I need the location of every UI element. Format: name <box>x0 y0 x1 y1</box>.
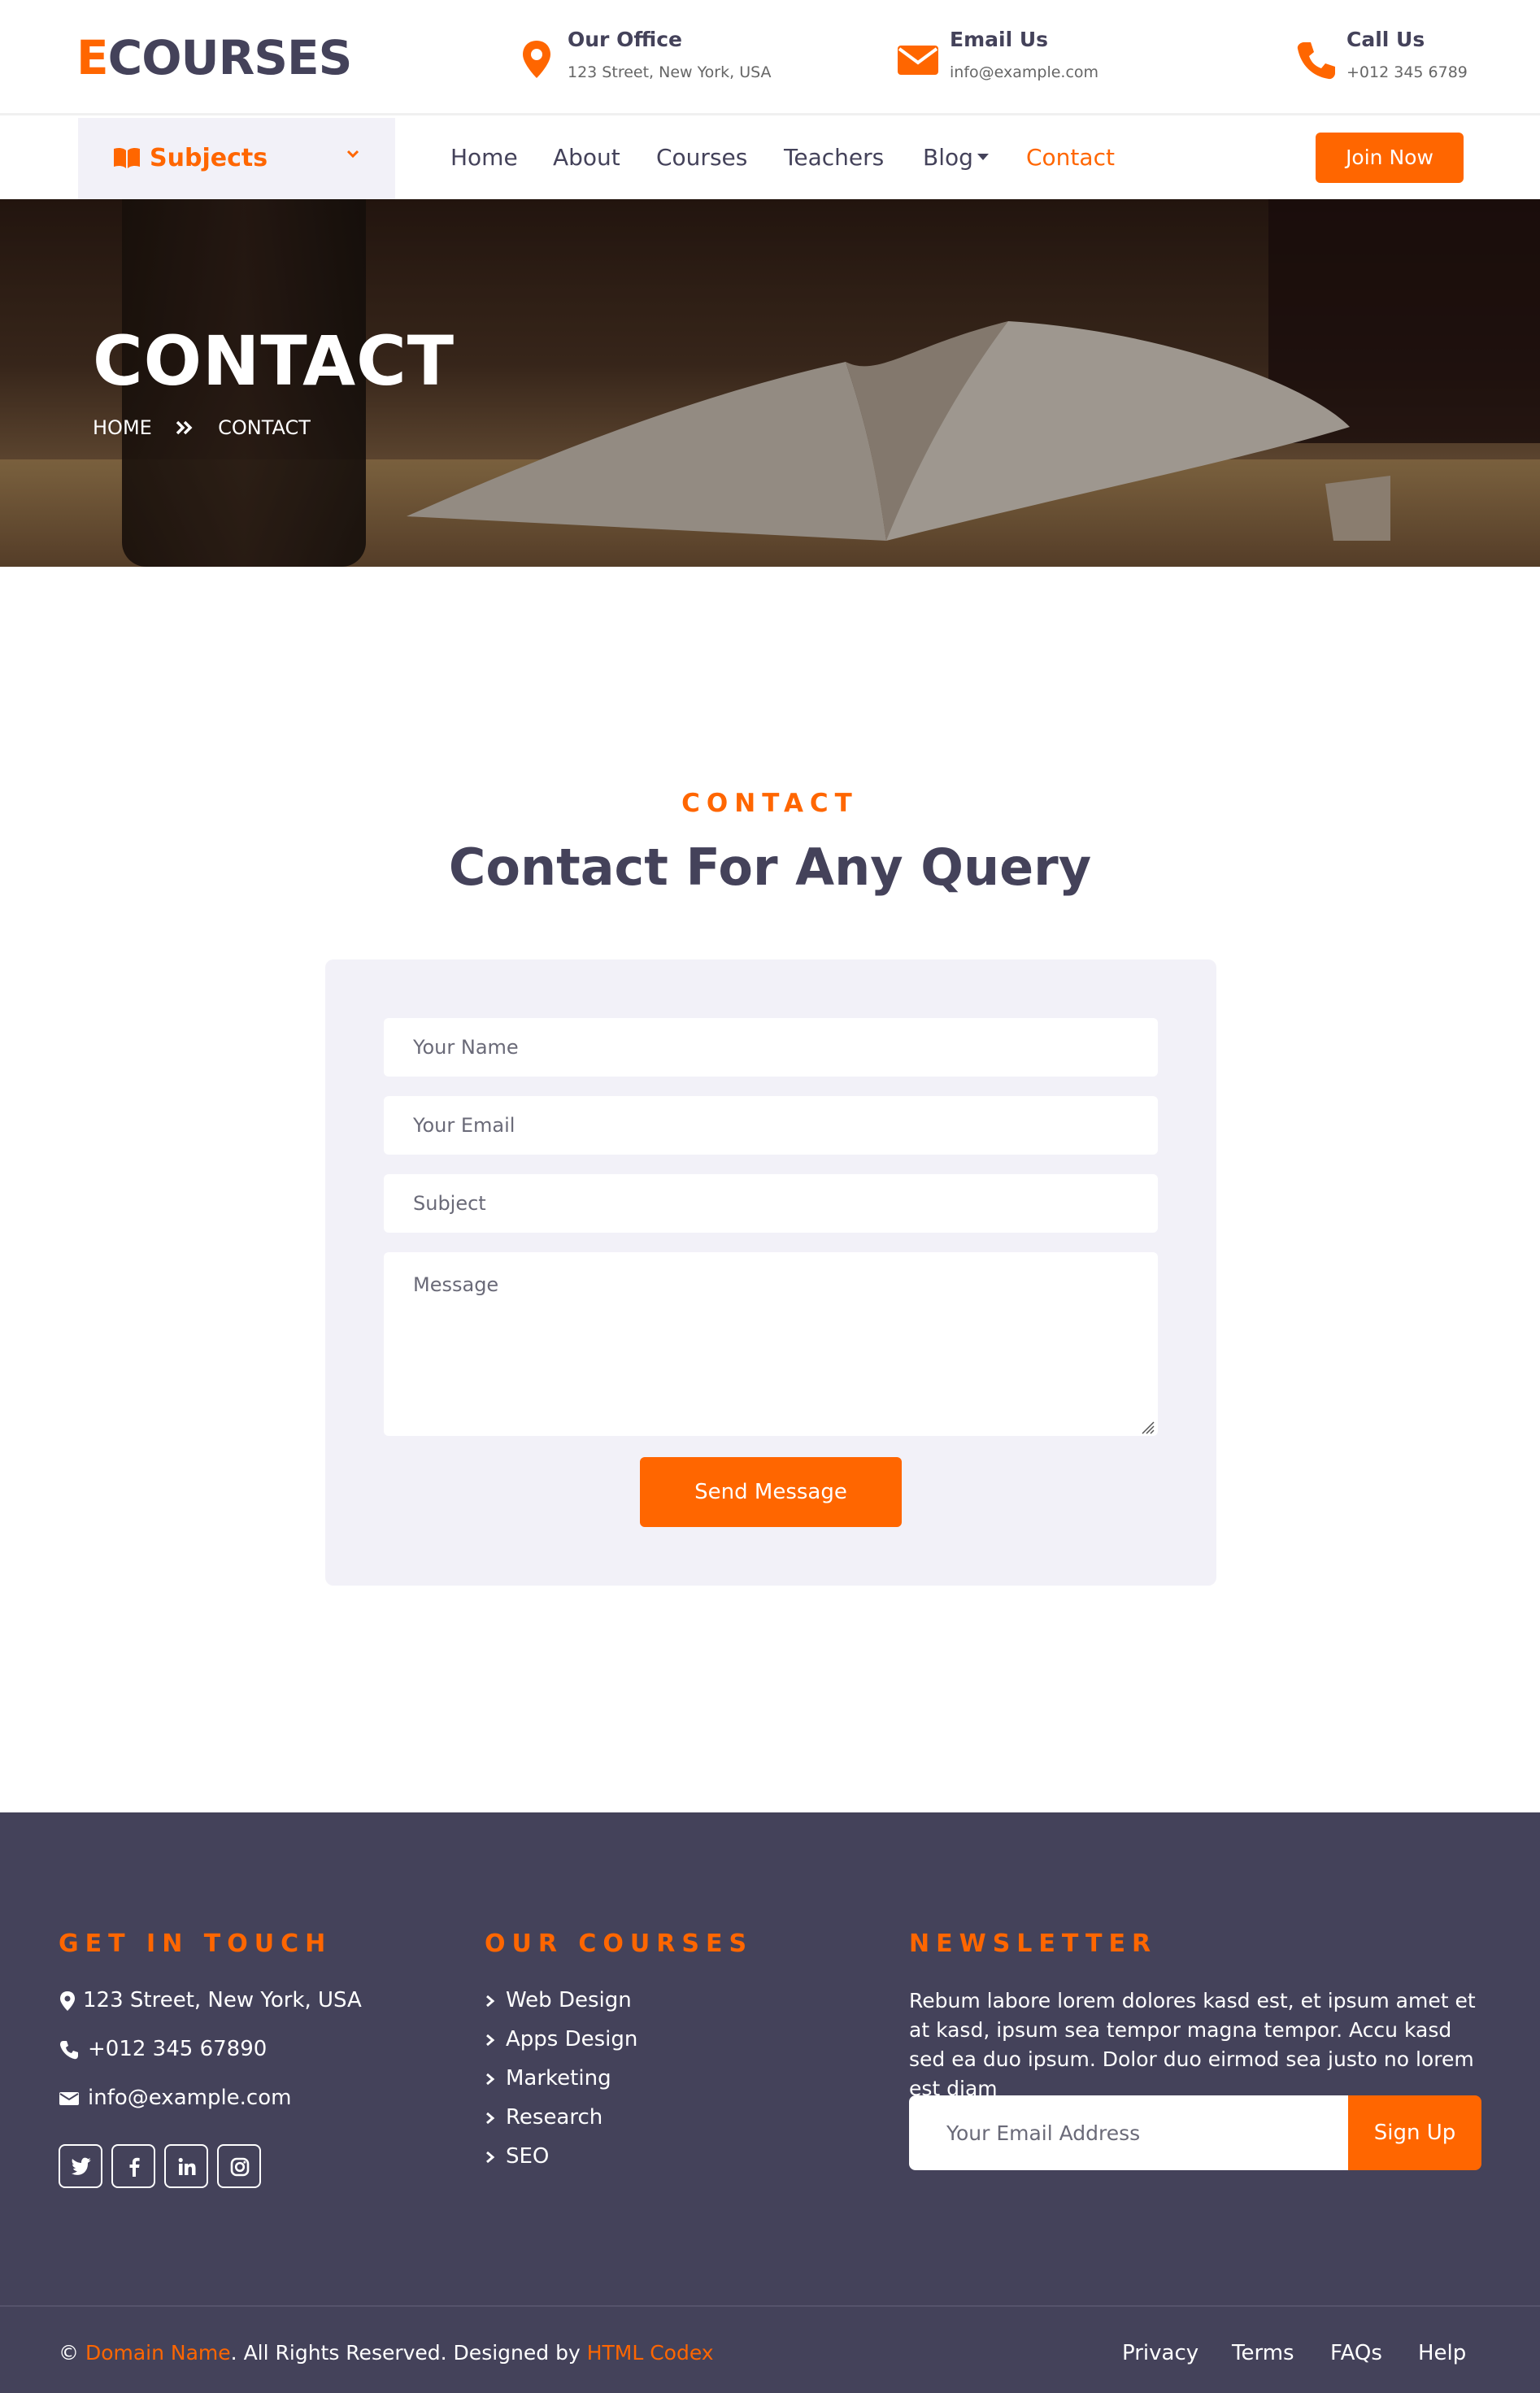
twitter-icon <box>72 2157 91 2175</box>
chevron-right-icon <box>486 2034 495 2046</box>
newsletter-form: Sign Up <box>909 2095 1481 2170</box>
section-title: Contact For Any Query <box>448 838 1092 897</box>
chevron-right-icon <box>486 1995 495 2007</box>
terms-link[interactable]: Terms <box>1232 2341 1294 2365</box>
course-link-web-design[interactable]: Web Design <box>485 1988 632 2012</box>
breadcrumb-current: CONTACT <box>218 416 311 439</box>
nav-teachers[interactable]: Teachers <box>784 144 884 171</box>
chevron-right-icon <box>486 2073 495 2085</box>
privacy-link[interactable]: Privacy <box>1122 2341 1199 2365</box>
faqs-link[interactable]: FAQs <box>1330 2341 1382 2365</box>
designer-link[interactable]: HTML Codex <box>587 2341 714 2365</box>
message-textarea[interactable] <box>384 1252 1158 1436</box>
phone-icon <box>60 2040 78 2059</box>
phone-icon <box>1297 42 1335 80</box>
call-number: +012 345 6789 <box>1346 63 1468 81</box>
resize-grip-icon[interactable] <box>1140 1420 1155 1434</box>
linkedin-icon <box>178 2157 196 2175</box>
email-title: Email Us <box>950 28 1049 51</box>
twitter-button[interactable] <box>59 2144 102 2188</box>
send-message-button[interactable]: Send Message <box>640 1457 902 1527</box>
course-link-research[interactable]: Research <box>485 2105 603 2130</box>
chevron-down-icon <box>346 150 359 159</box>
footer-address: 123 Street, New York, USA <box>59 1988 362 2012</box>
book-open-icon <box>114 147 140 168</box>
nav-about[interactable]: About <box>553 144 620 171</box>
page-title: CONTACT <box>93 321 455 401</box>
breadcrumb: HOME CONTACT <box>93 416 311 439</box>
email-address: info@example.com <box>950 63 1099 81</box>
chevron-right-icon <box>486 2151 495 2163</box>
footer-email: info@example.com <box>59 2086 291 2110</box>
name-input[interactable] <box>384 1018 1158 1077</box>
join-now-button[interactable]: Join Now <box>1316 133 1464 183</box>
site-footer: GET IN TOUCH 123 Street, New York, USA +… <box>0 1812 1540 2393</box>
caret-down-icon <box>977 154 989 160</box>
facebook-button[interactable] <box>111 2144 155 2188</box>
page-hero: CONTACT HOME CONTACT <box>0 199 1540 567</box>
nav-home[interactable]: Home <box>450 144 518 171</box>
course-link-seo[interactable]: SEO <box>485 2144 549 2169</box>
nav-contact[interactable]: Contact <box>1026 144 1115 171</box>
subjects-dropdown[interactable]: Subjects <box>78 118 395 199</box>
subjects-label: Subjects <box>150 144 268 172</box>
facebook-icon <box>129 2157 140 2177</box>
instagram-icon <box>230 2157 250 2177</box>
email-input[interactable] <box>384 1096 1158 1155</box>
envelope-icon <box>898 46 938 75</box>
footer-phone: +012 345 67890 <box>59 2037 267 2061</box>
chevron-right-icon <box>486 2112 495 2124</box>
map-marker-icon <box>60 1991 75 2011</box>
call-title: Call Us <box>1346 28 1425 51</box>
copyright-text: © Domain Name. All Rights Reserved. Desi… <box>59 2341 714 2365</box>
footer-heading-contact: GET IN TOUCH <box>59 1930 333 1958</box>
contact-form: Send Message <box>325 959 1216 1586</box>
help-link[interactable]: Help <box>1418 2341 1466 2365</box>
linkedin-button[interactable] <box>164 2144 208 2188</box>
section-kicker: CONTACT <box>681 789 859 818</box>
office-address: 123 Street, New York, USA <box>568 63 772 81</box>
nav-blog[interactable]: Blog <box>923 144 973 171</box>
footer-divider <box>0 2305 1540 2307</box>
double-chevron-right-icon <box>176 420 193 435</box>
office-title: Our Office <box>568 28 682 51</box>
breadcrumb-home[interactable]: HOME <box>93 416 152 439</box>
brand-logo[interactable]: ECOURSES <box>76 31 352 85</box>
instagram-button[interactable] <box>217 2144 261 2188</box>
sign-up-button[interactable]: Sign Up <box>1348 2095 1481 2170</box>
envelope-icon <box>59 2091 79 2105</box>
footer-heading-newsletter: NEWSLETTER <box>909 1930 1158 1958</box>
course-link-apps-design[interactable]: Apps Design <box>485 2027 637 2051</box>
footer-heading-courses: OUR COURSES <box>485 1930 754 1958</box>
nav-courses[interactable]: Courses <box>656 144 747 171</box>
course-link-marketing[interactable]: Marketing <box>485 2066 611 2091</box>
top-header: ECOURSES Our Office 123 Street, New York… <box>0 0 1540 115</box>
newsletter-text: Rebum labore lorem dolores kasd est, et … <box>909 1989 1476 2100</box>
map-marker-icon <box>523 41 550 78</box>
main-nav: Subjects Home About Courses Teachers Blo… <box>0 118 1540 199</box>
subject-input[interactable] <box>384 1174 1158 1233</box>
newsletter-email-input[interactable] <box>909 2095 1348 2170</box>
domain-link[interactable]: Domain Name <box>85 2341 231 2365</box>
